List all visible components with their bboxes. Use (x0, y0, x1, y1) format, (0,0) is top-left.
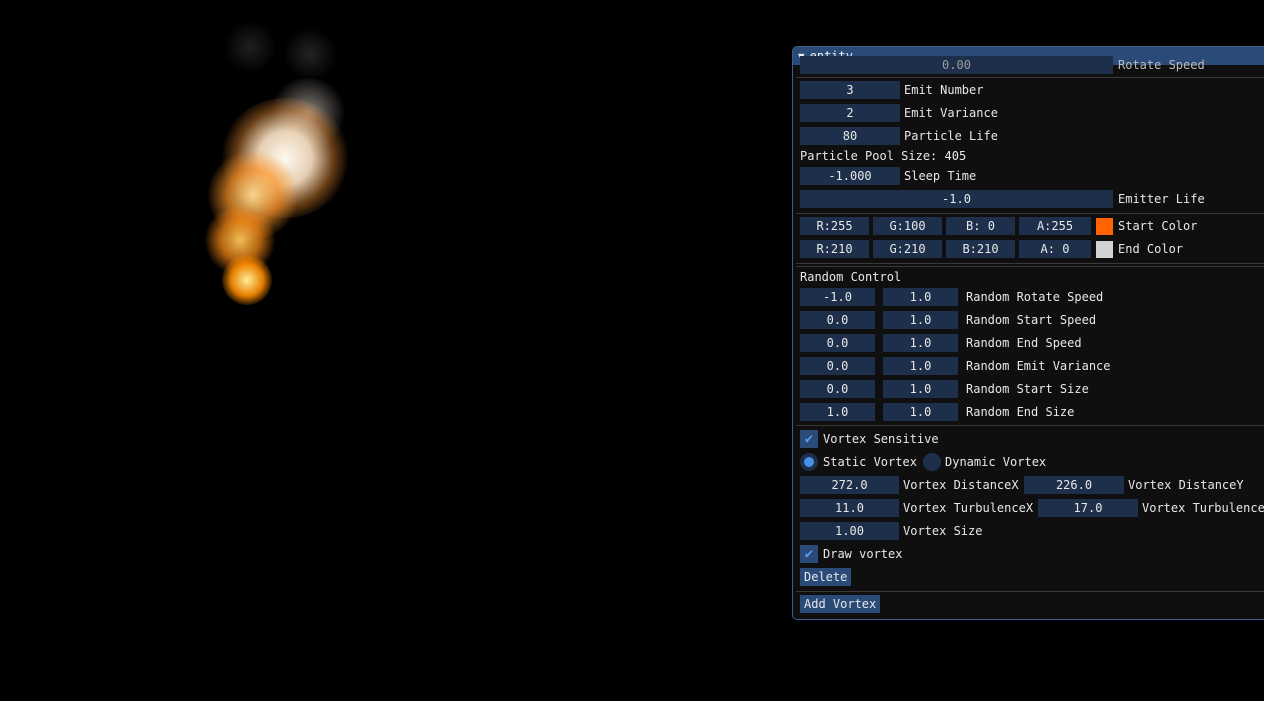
random-start-size-max[interactable]: 1.0 (883, 380, 958, 398)
smoke-puff (282, 28, 338, 80)
smoke-puff (222, 22, 278, 72)
emit-number-input[interactable]: 3 (800, 81, 900, 99)
vortex-distance-x-label: Vortex DistanceX (903, 478, 1019, 492)
dynamic-vortex-radio[interactable] (923, 453, 941, 471)
start-color-r-input[interactable]: R:255 (800, 217, 869, 235)
random-rotate-speed-label: Random Rotate Speed (966, 290, 1104, 304)
particle-life-label: Particle Life (904, 129, 998, 143)
separator (796, 77, 1264, 78)
vortex-distance-y-input[interactable]: 226.0 (1024, 476, 1124, 494)
start-color-swatch[interactable] (1096, 218, 1113, 235)
vortex-size-input[interactable]: 1.00 (800, 522, 899, 540)
static-vortex-label: Static Vortex (823, 455, 917, 469)
delete-button[interactable]: Delete (800, 568, 852, 586)
start-color-b-input[interactable]: B: 0 (946, 217, 1015, 235)
random-start-speed-label: Random Start Speed (966, 313, 1097, 327)
random-end-speed-max[interactable]: 1.0 (883, 334, 958, 352)
random-control-header: Random Control (800, 270, 902, 284)
emitter-life-input[interactable]: -1.0 (800, 190, 1113, 208)
vortex-turbulence-y-input[interactable]: 17.0 (1038, 499, 1138, 517)
end-color-label: End Color (1118, 242, 1184, 256)
end-color-g-input[interactable]: G:210 (873, 240, 942, 258)
sleep-time-input[interactable]: -1.000 (800, 167, 900, 185)
emit-number-label: Emit Number (904, 83, 984, 97)
random-end-size-label: Random End Size (966, 405, 1075, 419)
random-end-size-min[interactable]: 1.0 (800, 403, 875, 421)
flame-core (222, 255, 272, 305)
add-vortex-button[interactable]: Add Vortex (800, 595, 881, 613)
particle-viewport (0, 0, 790, 701)
emitter-life-label: Emitter Life (1118, 192, 1205, 206)
vortex-turbulence-y-label: Vortex Turbulence (1142, 501, 1264, 515)
vortex-sensitive-label: Vortex Sensitive (823, 432, 939, 446)
vortex-sensitive-checkbox[interactable]: ✔ (800, 430, 818, 448)
random-rotate-speed-min[interactable]: -1.0 (800, 288, 875, 306)
end-color-swatch[interactable] (1096, 241, 1113, 258)
random-start-speed-max[interactable]: 1.0 (883, 311, 958, 329)
radio-selected-dot (804, 457, 814, 467)
vortex-turbulence-x-label: Vortex TurbulenceX (903, 501, 1034, 515)
random-end-speed-label: Random End Speed (966, 336, 1082, 350)
start-color-a-input[interactable]: A:255 (1019, 217, 1091, 235)
start-color-g-input[interactable]: G:100 (873, 217, 942, 235)
end-color-a-input[interactable]: A: 0 (1019, 240, 1091, 258)
vortex-distance-y-label: Vortex DistanceY (1128, 478, 1244, 492)
random-emit-variance-max[interactable]: 1.0 (883, 357, 958, 375)
separator (796, 425, 1264, 426)
separator (796, 266, 1264, 267)
pool-size-text: Particle Pool Size: 405 (800, 149, 967, 163)
random-start-size-min[interactable]: 0.0 (800, 380, 875, 398)
draw-vortex-checkbox[interactable]: ✔ (800, 545, 818, 563)
static-vortex-radio[interactable] (800, 453, 818, 471)
emit-variance-input[interactable]: 2 (800, 104, 900, 122)
rotate-speed-input[interactable]: 0.00 (800, 56, 1113, 74)
random-emit-variance-min[interactable]: 0.0 (800, 357, 875, 375)
separator (796, 213, 1264, 214)
end-color-b-input[interactable]: B:210 (946, 240, 1015, 258)
start-color-label: Start Color (1118, 219, 1198, 233)
vortex-size-label: Vortex Size (903, 524, 983, 538)
vortex-turbulence-x-input[interactable]: 11.0 (800, 499, 899, 517)
window-content: 0.00 Rotate Speed 3 Emit Number 2 Emit V… (793, 56, 1264, 619)
vortex-distance-x-input[interactable]: 272.0 (800, 476, 899, 494)
draw-vortex-label: Draw vortex (823, 547, 903, 561)
separator (796, 591, 1264, 592)
emit-variance-label: Emit Variance (904, 106, 998, 120)
random-start-size-label: Random Start Size (966, 382, 1089, 396)
random-start-speed-min[interactable]: 0.0 (800, 311, 875, 329)
random-end-speed-min[interactable]: 0.0 (800, 334, 875, 352)
entity-window[interactable]: ▼entity 0.00 Rotate Speed 3 Emit Number … (792, 46, 1264, 620)
random-emit-variance-label: Random Emit Variance (966, 359, 1111, 373)
dynamic-vortex-label: Dynamic Vortex (945, 455, 1047, 469)
sleep-time-label: Sleep Time (904, 169, 977, 183)
separator (796, 263, 1264, 264)
particle-life-input[interactable]: 80 (800, 127, 900, 145)
random-end-size-max[interactable]: 1.0 (883, 403, 958, 421)
rotate-speed-label: Rotate Speed (1118, 58, 1205, 72)
random-rotate-speed-max[interactable]: 1.0 (883, 288, 958, 306)
end-color-r-input[interactable]: R:210 (800, 240, 869, 258)
